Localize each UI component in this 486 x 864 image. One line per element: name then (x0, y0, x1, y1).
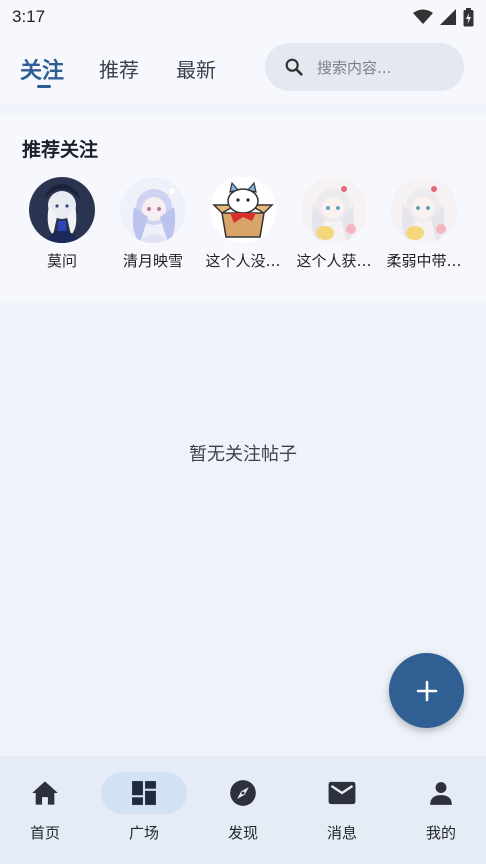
battery-icon (463, 7, 474, 26)
nav-label: 发现 (227, 824, 258, 842)
recommend-user-name: 莫问 (46, 252, 77, 270)
nav-label: 消息 (326, 824, 357, 842)
search-icon (285, 58, 303, 76)
recommend-title: 推荐关注 (22, 139, 99, 161)
avatar[interactable] (301, 177, 367, 243)
bottom-nav: 首页 广场 发现 消息 我的 (0, 756, 486, 864)
nav-label: 我的 (425, 824, 456, 842)
recommend-user[interactable]: 这个人获… (289, 177, 379, 271)
recommend-follow-card: 推荐关注 莫问 清月映雪 这个人没… 这个人获… 柔弱中带… (0, 113, 486, 303)
recommend-user[interactable]: 这个人没… (198, 177, 288, 271)
home-icon (32, 781, 58, 805)
active-nav-pill (101, 772, 187, 814)
person-icon (430, 782, 452, 805)
status-icons (413, 7, 474, 27)
recommend-user-name: 柔弱中带… (386, 252, 462, 270)
empty-feed-text: 暂无关注帖子 (189, 444, 297, 465)
recommend-user-name: 清月映雪 (122, 252, 183, 270)
nav-item-profile[interactable]: 我的 (396, 772, 486, 843)
recommend-user-name: 这个人没… (205, 252, 281, 270)
nav-item-discover[interactable]: 发现 (198, 772, 288, 843)
recommend-user[interactable]: 柔弱中带… (379, 177, 469, 271)
plus-icon (416, 680, 437, 701)
nav-label: 首页 (29, 824, 60, 842)
recommend-user[interactable]: 莫问 (17, 177, 107, 271)
nav-label: 广场 (128, 824, 159, 842)
status-bar: 3:17 (0, 0, 486, 34)
avatar[interactable] (29, 177, 95, 243)
create-post-button[interactable] (389, 653, 464, 728)
recommend-user[interactable]: 清月映雪 (108, 177, 198, 271)
recommend-user-name: 这个人获… (296, 252, 372, 270)
active-tab-indicator (37, 85, 51, 88)
avatar[interactable] (391, 177, 457, 243)
status-time: 3:17 (12, 7, 46, 26)
compass-icon (230, 780, 256, 806)
signal-icon (440, 9, 456, 25)
avatar[interactable] (120, 177, 186, 243)
dashboard-icon (132, 781, 156, 805)
tab-latest[interactable]: 最新 (176, 54, 216, 83)
nav-item-home[interactable]: 首页 (0, 772, 90, 843)
tab-follow[interactable]: 关注 (20, 53, 64, 85)
search-placeholder: 搜索内容... (317, 58, 392, 77)
mail-icon (328, 781, 356, 805)
avatar[interactable] (210, 177, 276, 243)
top-header: 关注 推荐 最新 搜索内容... (0, 34, 486, 104)
search-box[interactable]: 搜索内容... (265, 43, 464, 91)
nav-item-messages[interactable]: 消息 (297, 772, 387, 843)
tab-recommend[interactable]: 推荐 (99, 54, 139, 83)
wifi-icon (413, 9, 433, 24)
nav-item-plaza[interactable]: 广场 (99, 772, 189, 843)
